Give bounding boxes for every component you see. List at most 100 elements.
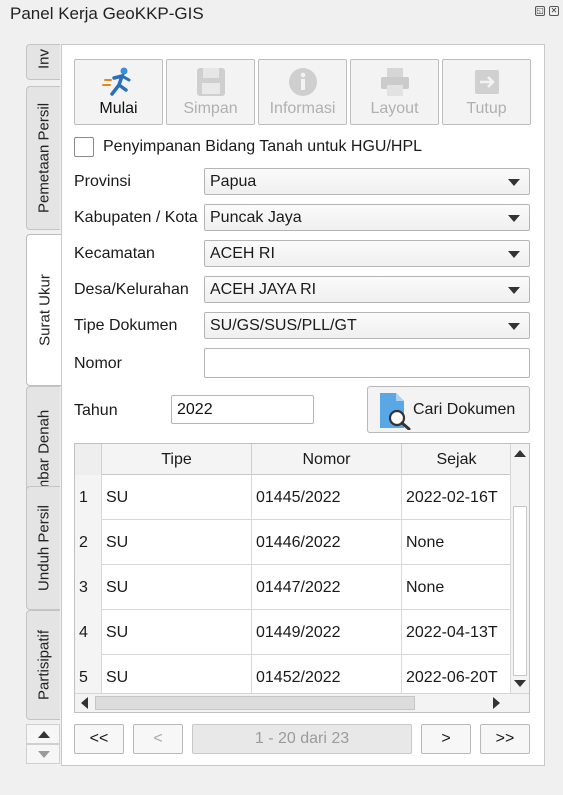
cell-nomor: 01445/2022 (252, 475, 402, 520)
cell-nomor: 01449/2022 (252, 610, 402, 655)
info-label: Informasi (269, 100, 336, 117)
chevron-down-icon (508, 251, 520, 258)
tab-label: Unduh Persil (35, 505, 52, 591)
kabupaten-select[interactable]: Puncak Jaya (204, 204, 530, 231)
desa-select[interactable]: ACEH JAYA RI (204, 276, 530, 303)
cell-sejak: 2022-04-13T (406, 624, 498, 641)
chevron-down-icon (508, 323, 520, 330)
exit-icon (474, 70, 499, 94)
desa-value: ACEH JAYA RI (210, 281, 317, 298)
tab-partisipatif[interactable]: Partisipatif (26, 610, 60, 720)
close-button[interactable]: Tutup (442, 59, 531, 125)
toolbar: Mulai Simpan Informasi Layout Tutup (74, 59, 532, 125)
last-page-button[interactable]: >> (480, 724, 530, 754)
column-header-tipe[interactable]: Tipe (102, 444, 252, 475)
horizontal-scrollbar[interactable] (75, 693, 529, 712)
arrow-up-icon (38, 731, 50, 738)
tab-label: Pemetaan Persil (35, 102, 52, 214)
chevron-down-icon (508, 179, 520, 186)
surat-ukur-panel: Mulai Simpan Informasi Layout Tutup Peny… (61, 44, 545, 766)
chevron-down-icon (508, 287, 520, 294)
cari-dokumen-button[interactable]: Cari Dokumen (367, 386, 530, 433)
nomor-label: Nomor (74, 355, 123, 372)
cell-tipe: SU (102, 610, 252, 655)
scroll-down-icon[interactable] (514, 680, 526, 687)
cell-sejak: 2022-02-16T (406, 489, 498, 506)
cell-tipe: SU (102, 565, 252, 610)
arrow-down-icon (38, 751, 50, 758)
first-page-button[interactable]: << (74, 724, 124, 754)
provinsi-select[interactable]: Papua (204, 168, 530, 195)
nomor-field[interactable] (205, 349, 529, 377)
tahun-field[interactable] (172, 396, 313, 423)
tab-pemetaan-persil[interactable]: Pemetaan Persil (26, 86, 60, 230)
cell-tipe: SU (102, 520, 252, 565)
column-header-sejak[interactable]: Sejak (402, 444, 511, 475)
tab-surat-ukur[interactable]: Surat Ukur (26, 234, 62, 386)
kabupaten-label: Kabupaten / Kota (74, 209, 198, 226)
tab-label: Partisipatif (35, 629, 52, 701)
column-header-nomor[interactable]: Nomor (252, 444, 402, 475)
start-label: Mulai (99, 100, 138, 117)
title-bar: Panel Kerja GeoKKP-GIS ◱ ✕ (0, 0, 563, 28)
tab-inventory[interactable]: Inv (26, 44, 60, 80)
close-label: Tutup (466, 100, 507, 117)
kecamatan-value: ACEH RI (210, 245, 275, 262)
row-number: 3 (75, 565, 102, 610)
tab-scroll-down[interactable] (26, 744, 60, 764)
vertical-scrollbar[interactable] (510, 444, 529, 694)
horizontal-scroll-thumb[interactable] (95, 696, 415, 710)
hgu-checkbox[interactable] (74, 137, 94, 157)
provinsi-label: Provinsi (74, 173, 131, 190)
cell-nomor: 01447/2022 (252, 565, 402, 610)
start-button[interactable]: Mulai (74, 59, 163, 125)
table-row[interactable]: 1 SU 01445/2022 2022-02-16T (75, 475, 511, 520)
kecamatan-label: Kecamatan (74, 245, 155, 262)
scroll-right-icon[interactable] (493, 697, 500, 709)
cell-tipe: SU (102, 475, 252, 520)
table-row[interactable]: 3 SU 01447/2022 None (75, 565, 511, 610)
table-row[interactable]: 4 SU 01449/2022 2022-04-13T (75, 610, 511, 655)
scroll-up-icon[interactable] (514, 450, 526, 457)
prev-page-button[interactable]: < (133, 724, 183, 754)
kecamatan-select[interactable]: ACEH RI (204, 240, 530, 267)
cell-sejak: None (406, 579, 445, 596)
float-icon[interactable]: ◱ (535, 6, 545, 16)
provinsi-value: Papua (210, 173, 257, 190)
info-circle-icon (288, 68, 317, 96)
corner-cell (75, 444, 102, 475)
kabupaten-value: Puncak Jaya (210, 209, 302, 226)
layout-button[interactable]: Layout (350, 59, 439, 125)
nomor-input[interactable] (204, 348, 530, 378)
row-number: 1 (75, 475, 102, 520)
desa-label: Desa/Kelurahan (74, 281, 189, 298)
printer-icon (380, 68, 409, 96)
row-number: 2 (75, 520, 102, 565)
page-info: 1 - 20 dari 23 (192, 724, 412, 754)
tab-label: Inv (35, 48, 52, 70)
info-button[interactable]: Informasi (258, 59, 347, 125)
tipe-dokumen-label: Tipe Dokumen (74, 317, 178, 334)
cell-sejak: None (406, 534, 445, 551)
tahun-input[interactable] (171, 395, 314, 424)
chevron-down-icon (508, 215, 520, 222)
save-button[interactable]: Simpan (166, 59, 255, 125)
layout-label: Layout (370, 100, 419, 117)
vertical-tab-strip: Inv Pemetaan Persil Surat Ukur Gambar De… (26, 44, 62, 724)
vertical-scroll-thumb[interactable] (513, 506, 527, 676)
tab-unduh-persil[interactable]: Unduh Persil (26, 486, 60, 610)
document-magnifier-icon (380, 393, 411, 430)
tahun-label: Tahun (74, 402, 118, 419)
next-page-button[interactable]: > (421, 724, 471, 754)
tipe-dokumen-select[interactable]: SU/GS/SUS/PLL/GT (204, 312, 530, 339)
floppy-disk-icon (196, 68, 225, 96)
scroll-left-icon[interactable] (81, 697, 88, 709)
window-title: Panel Kerja GeoKKP-GIS (10, 4, 204, 23)
tipe-dokumen-value: SU/GS/SUS/PLL/GT (210, 317, 357, 334)
running-person-icon (101, 67, 130, 96)
hgu-checkbox-label: Penyimpanan Bidang Tanah untuk HGU/HPL (103, 138, 423, 155)
tab-scroll-up[interactable] (26, 724, 60, 744)
table-row[interactable]: 2 SU 01446/2022 None (75, 520, 511, 565)
cell-nomor: 01446/2022 (252, 520, 402, 565)
close-icon[interactable]: ✕ (549, 6, 559, 16)
